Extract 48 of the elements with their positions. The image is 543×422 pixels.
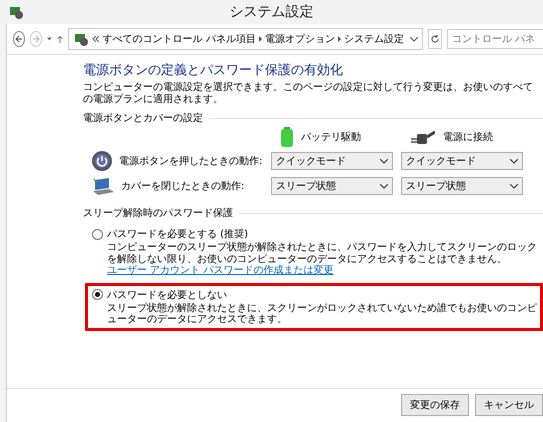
chevron-down-icon	[510, 158, 518, 164]
forward-arrow-icon	[31, 34, 41, 44]
search-field[interactable]: コントロール パネ	[447, 29, 543, 49]
page-heading: 電源ボタンの定義とパスワード保護の有効化	[83, 62, 344, 79]
radio-button[interactable]	[92, 228, 103, 240]
breadcrumb-item[interactable]: 電源オプション	[264, 32, 335, 46]
up-arrow-icon[interactable]	[56, 34, 63, 44]
laptop-icon	[91, 176, 115, 196]
app-icon	[8, 4, 24, 20]
chevron-down-icon	[510, 184, 518, 188]
save-button[interactable]: 変更の保存	[401, 394, 469, 416]
battery-icon	[281, 127, 293, 147]
section-title: 電源ボタンとカバーの設定	[83, 112, 203, 125]
dropdown-icon[interactable]	[47, 37, 52, 41]
refresh-button[interactable]	[428, 29, 442, 49]
overflow-chevron-icon	[92, 34, 100, 44]
description-text: コンピューターの電源設定を選択できます。このページの設定に対して行う変更は、お使いのすべての電源プランに適用されます。	[83, 82, 534, 105]
section-title: スリープ解除時のパスワード保護	[83, 206, 233, 220]
option-description: スリープ状態が解除されたときに、スクリーンがロックされていないため誰でもお使いのコンピューターのデータにアクセスできます。	[107, 302, 538, 326]
address-bar[interactable]: すべてのコントロール パネル項目 電源オプション システム設定	[68, 28, 423, 50]
chevron-down-icon[interactable]	[410, 36, 418, 42]
setting-label: 電源ボタンを押したときの動作:	[119, 155, 262, 168]
breadcrumb-arrow-icon	[338, 36, 341, 42]
app-icon	[72, 31, 89, 47]
dropdown[interactable]: スリープ状態	[271, 177, 393, 195]
power-icon	[91, 150, 113, 172]
breadcrumb-item[interactable]: すべてのコントロール パネル項目	[102, 32, 256, 46]
option-label[interactable]: パスワードを必要としない	[107, 288, 227, 302]
chevron-down-icon	[380, 158, 388, 164]
window-title: システム設定	[230, 3, 314, 21]
back-arrow-icon	[14, 34, 24, 44]
plug-icon	[411, 130, 435, 144]
option-label[interactable]: パスワードを必要とする (推奨)	[107, 227, 248, 241]
cancel-button[interactable]: キャンセル	[475, 394, 543, 416]
column-header: 電源に接続	[443, 130, 493, 144]
option-description: コンピューターのスリープ状態が解除されたときに、パスワードを入力してスクリーンのロックを解除しない限り、お使いのコンピューターのデータにアクセスすることはできません。 ユーザー アカウント パスワードの作成または変更	[107, 242, 538, 276]
radio-button[interactable]	[92, 289, 103, 300]
dropdown[interactable]: クイックモード	[271, 152, 393, 170]
refresh-icon	[430, 34, 440, 44]
chevron-down-icon	[380, 184, 388, 188]
breadcrumb-item[interactable]: システム設定	[344, 32, 404, 46]
dropdown[interactable]: スリープ状態	[401, 177, 523, 195]
setting-label: カバーを閉じたときの動作:	[121, 180, 244, 193]
column-header: バッテリ駆動	[301, 131, 361, 144]
back-button[interactable]	[13, 31, 25, 47]
breadcrumb-arrow-icon	[258, 36, 262, 42]
link[interactable]: ユーザー アカウント パスワードの作成または変更	[107, 265, 334, 276]
dropdown[interactable]: クイックモード	[401, 152, 523, 170]
